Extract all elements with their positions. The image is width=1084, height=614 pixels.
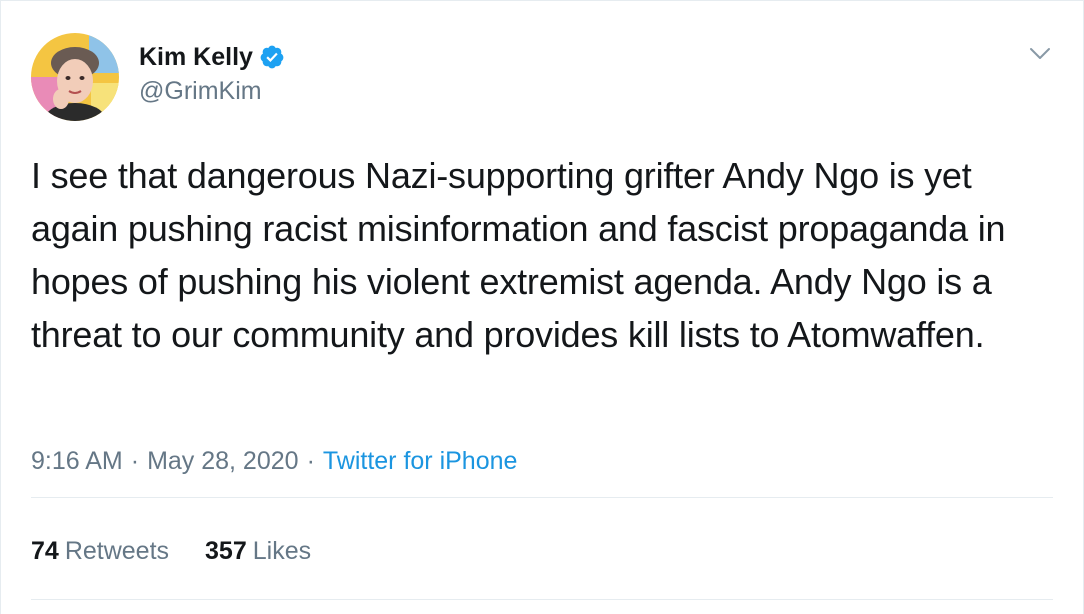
likes-count: 357 <box>205 537 247 565</box>
tweet-stats: 74 Retweets 357 Likes <box>31 535 311 567</box>
tweet-text: I see that dangerous Nazi-supporting gri… <box>31 155 1006 355</box>
avatar[interactable] <box>31 33 119 121</box>
tweet-meta: 9:16 AM · May 28, 2020 · Twitter for iPhone <box>31 445 517 477</box>
likes-stat[interactable]: 357 Likes <box>205 535 311 567</box>
retweets-label: Retweets <box>64 537 170 565</box>
chevron-down-icon <box>1030 48 1050 59</box>
user-avatar-photo-icon <box>31 33 119 121</box>
author-handle[interactable]: @GrimKim <box>139 77 262 105</box>
divider <box>31 497 1053 498</box>
tweet-card: Kim Kelly @GrimKim I see that dangerous … <box>0 0 1084 614</box>
author-name-row[interactable]: Kim Kelly <box>139 43 285 71</box>
verified-badge-icon <box>259 44 285 70</box>
tweet-time[interactable]: 9:16 AM <box>31 447 123 475</box>
tweet-menu-caret[interactable] <box>1025 39 1055 69</box>
meta-separator: · <box>306 447 315 475</box>
tweet-source-link[interactable]: Twitter for iPhone <box>323 447 518 475</box>
likes-label: Likes <box>252 537 312 565</box>
author-display-name[interactable]: Kim Kelly <box>139 43 253 71</box>
meta-separator: · <box>130 447 140 475</box>
retweets-count: 74 <box>31 537 59 565</box>
retweets-stat[interactable]: 74 Retweets <box>31 535 169 567</box>
divider <box>31 599 1053 600</box>
tweet-date[interactable]: May 28, 2020 <box>147 447 299 475</box>
